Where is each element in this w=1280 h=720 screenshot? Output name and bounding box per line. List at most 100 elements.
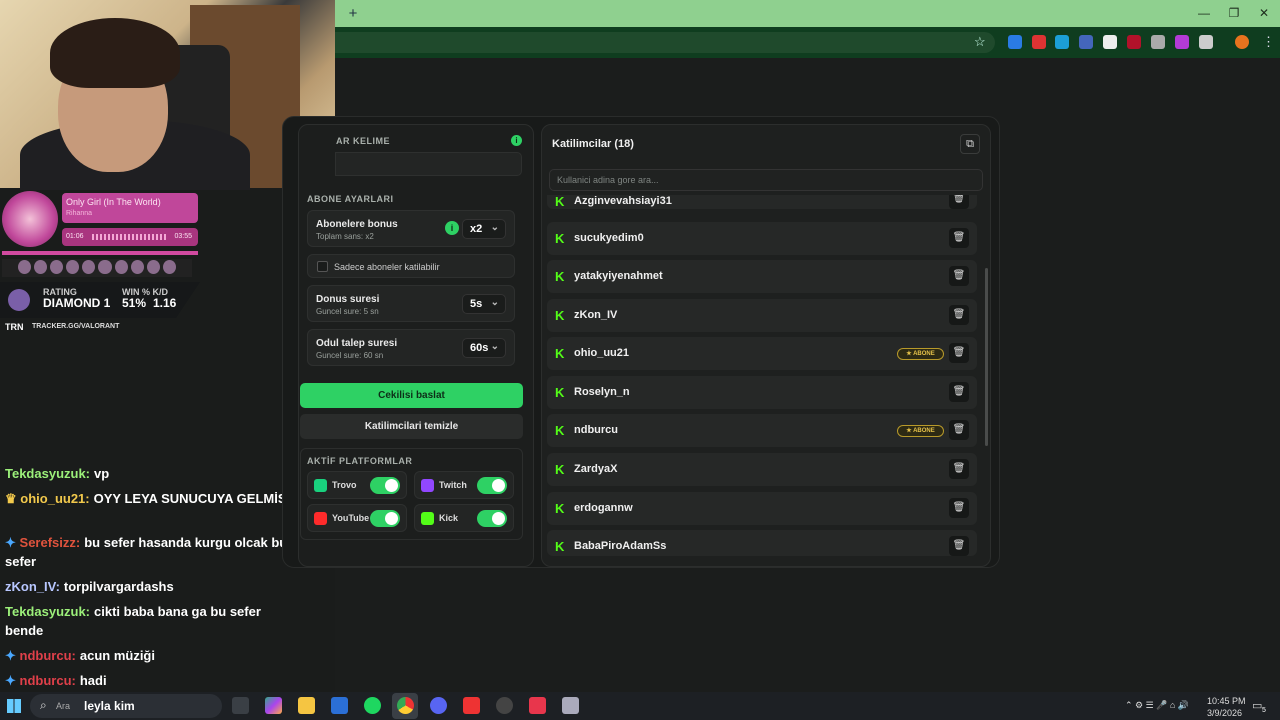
delete-icon[interactable]: 🗑 bbox=[949, 195, 969, 209]
new-tab-button[interactable]: + bbox=[345, 6, 361, 22]
extension-icon[interactable] bbox=[1103, 35, 1117, 49]
participant-row: Kyatakyiyenahmet 🗑 bbox=[547, 260, 977, 293]
delete-icon[interactable]: 🗑 bbox=[949, 382, 969, 402]
close-icon[interactable]: ✕ bbox=[1254, 4, 1274, 22]
participant-name: erdogannw bbox=[574, 502, 633, 514]
restore-icon[interactable]: ❐ bbox=[1224, 4, 1244, 22]
chat-username: Serefsizz: bbox=[19, 535, 81, 550]
extension-icon[interactable] bbox=[1079, 35, 1093, 49]
crown-icon: ♛ bbox=[5, 491, 17, 506]
platform-kick: Kick bbox=[414, 504, 514, 532]
chat-text: acun müziği bbox=[79, 648, 155, 663]
start-giveaway-button[interactable]: Cekilisi baslat bbox=[300, 383, 523, 408]
sub-bonus-subtitle: Toplam sans: x2 bbox=[316, 232, 374, 241]
delete-icon[interactable]: 🗑 bbox=[949, 459, 969, 479]
draw-time-title: Donus suresi bbox=[316, 294, 380, 305]
clock-date[interactable]: 3/9/2026 bbox=[1207, 708, 1242, 718]
discord-icon[interactable] bbox=[430, 697, 447, 714]
obs-icon[interactable] bbox=[496, 697, 513, 714]
participant-search-input[interactable]: Kullanici adina gore ara... bbox=[549, 169, 983, 191]
kick-icon: K bbox=[555, 539, 565, 554]
kick-icon: K bbox=[555, 385, 565, 400]
extension-icon[interactable] bbox=[1127, 35, 1141, 49]
clock-time[interactable]: 10:45 PM bbox=[1207, 696, 1246, 706]
chat-username: ohio_uu21: bbox=[20, 491, 90, 506]
address-bar[interactable] bbox=[335, 32, 995, 53]
subs-only-checkbox[interactable] bbox=[317, 261, 328, 272]
extension-icon[interactable] bbox=[1151, 35, 1165, 49]
participant-name: Azginvevahsiayi31 bbox=[574, 195, 672, 207]
chat-text: OYY LEYA SUNUCUYA GELMİS bbox=[93, 491, 287, 506]
agent-icon bbox=[146, 260, 160, 274]
chevron-down-icon: ⌄ bbox=[490, 297, 499, 308]
agent-icon bbox=[162, 260, 176, 274]
minimize-icon[interactable]: — bbox=[1194, 4, 1214, 22]
platform-label: Trovo bbox=[332, 480, 357, 490]
clear-participants-button[interactable]: Katilimcilari temizle bbox=[300, 414, 523, 439]
time-elapsed: 01:06 bbox=[66, 233, 84, 240]
participant-name: zKon_IV bbox=[574, 309, 618, 321]
sub-bonus-select[interactable]: x2 ⌄ bbox=[462, 219, 506, 239]
delete-icon[interactable]: 🗑 bbox=[949, 420, 969, 440]
valorant-icon[interactable] bbox=[529, 697, 546, 714]
kick-icon: K bbox=[555, 231, 565, 246]
copy-icon[interactable]: ⧉ bbox=[960, 134, 980, 154]
platform-label: Kick bbox=[439, 513, 459, 523]
file-explorer-icon[interactable] bbox=[298, 697, 315, 714]
youtube-toggle[interactable] bbox=[370, 510, 400, 527]
app-icon[interactable] bbox=[463, 697, 480, 714]
extension-icon[interactable] bbox=[1008, 35, 1022, 49]
profile-avatar[interactable] bbox=[1235, 35, 1249, 49]
notification-icon[interactable]: ▭ bbox=[1252, 699, 1262, 712]
participant-row: KzKon_IV 🗑 bbox=[547, 299, 977, 332]
participant-row: Kerdogannw 🗑 bbox=[547, 492, 977, 525]
delete-icon[interactable]: 🗑 bbox=[949, 536, 969, 556]
delete-icon[interactable]: 🗑 bbox=[949, 305, 969, 325]
extension-icon[interactable] bbox=[1175, 35, 1189, 49]
participant-name: Roselyn_n bbox=[574, 386, 630, 398]
delete-icon[interactable]: 🗑 bbox=[949, 266, 969, 286]
extension-icon[interactable] bbox=[1055, 35, 1069, 49]
trovo-toggle[interactable] bbox=[370, 477, 400, 494]
chat-message: ✦ Serefsizz: bu sefer hasanda kurgu olcak… bbox=[5, 533, 295, 571]
info-icon[interactable]: i bbox=[511, 135, 522, 146]
menu-kebab-icon[interactable]: ⋮ bbox=[1262, 34, 1275, 50]
copilot-icon[interactable] bbox=[265, 697, 282, 714]
chrome-icon[interactable] bbox=[397, 697, 414, 714]
spotify-icon[interactable] bbox=[364, 697, 381, 714]
agent-icon bbox=[34, 260, 48, 274]
app-icon[interactable] bbox=[562, 697, 579, 714]
twitch-toggle[interactable] bbox=[477, 477, 507, 494]
win-percent: 51% bbox=[122, 296, 147, 310]
chat-username: zKon_IV: bbox=[5, 579, 60, 594]
claim-time-select[interactable]: 60s ⌄ bbox=[462, 338, 506, 358]
subs-only-setting[interactable]: Sadece aboneler katilabilir bbox=[307, 254, 515, 278]
extension-icon[interactable] bbox=[1032, 35, 1046, 49]
trn-logo: TRN bbox=[5, 322, 24, 332]
kick-toggle[interactable] bbox=[477, 510, 507, 527]
chat-message: ♛ ohio_uu21: OYY LEYA SUNUCUYA GELMİS bbox=[5, 489, 295, 508]
windows-start-icon[interactable] bbox=[7, 699, 21, 713]
draw-time-select[interactable]: 5s ⌄ bbox=[462, 294, 506, 314]
task-view-icon[interactable] bbox=[232, 697, 249, 714]
bookmark-star-icon[interactable]: ☆ bbox=[974, 34, 986, 50]
search-text: leyla kim bbox=[84, 699, 135, 713]
store-icon[interactable] bbox=[331, 697, 348, 714]
tray-icons[interactable]: ⌃ ⚙ ☰ 🎤 ⌂ 🔊 bbox=[1125, 700, 1189, 711]
draw-time-value: 5s bbox=[470, 298, 483, 310]
taskbar-search[interactable]: ⌕ Ara leyla kim bbox=[30, 694, 222, 718]
kick-icon: K bbox=[555, 346, 565, 361]
extensions-puzzle-icon[interactable] bbox=[1199, 35, 1213, 49]
delete-icon[interactable]: 🗑 bbox=[949, 228, 969, 248]
platform-label: Twitch bbox=[439, 480, 467, 490]
delete-icon[interactable]: 🗑 bbox=[949, 343, 969, 363]
delete-icon[interactable]: 🗑 bbox=[949, 498, 969, 518]
sub-bonus-value: x2 bbox=[470, 223, 483, 235]
notification-count: 5 bbox=[1262, 707, 1266, 714]
keyword-input[interactable] bbox=[335, 152, 522, 176]
participants-title: Katilimcilar (18) bbox=[552, 138, 634, 150]
agent-icon bbox=[50, 260, 64, 274]
info-icon[interactable]: i bbox=[445, 221, 459, 235]
participants-scrollbar[interactable] bbox=[985, 268, 988, 446]
claim-time-setting: Odul talep suresi Guncel sure: 60 sn 60s… bbox=[307, 329, 515, 366]
